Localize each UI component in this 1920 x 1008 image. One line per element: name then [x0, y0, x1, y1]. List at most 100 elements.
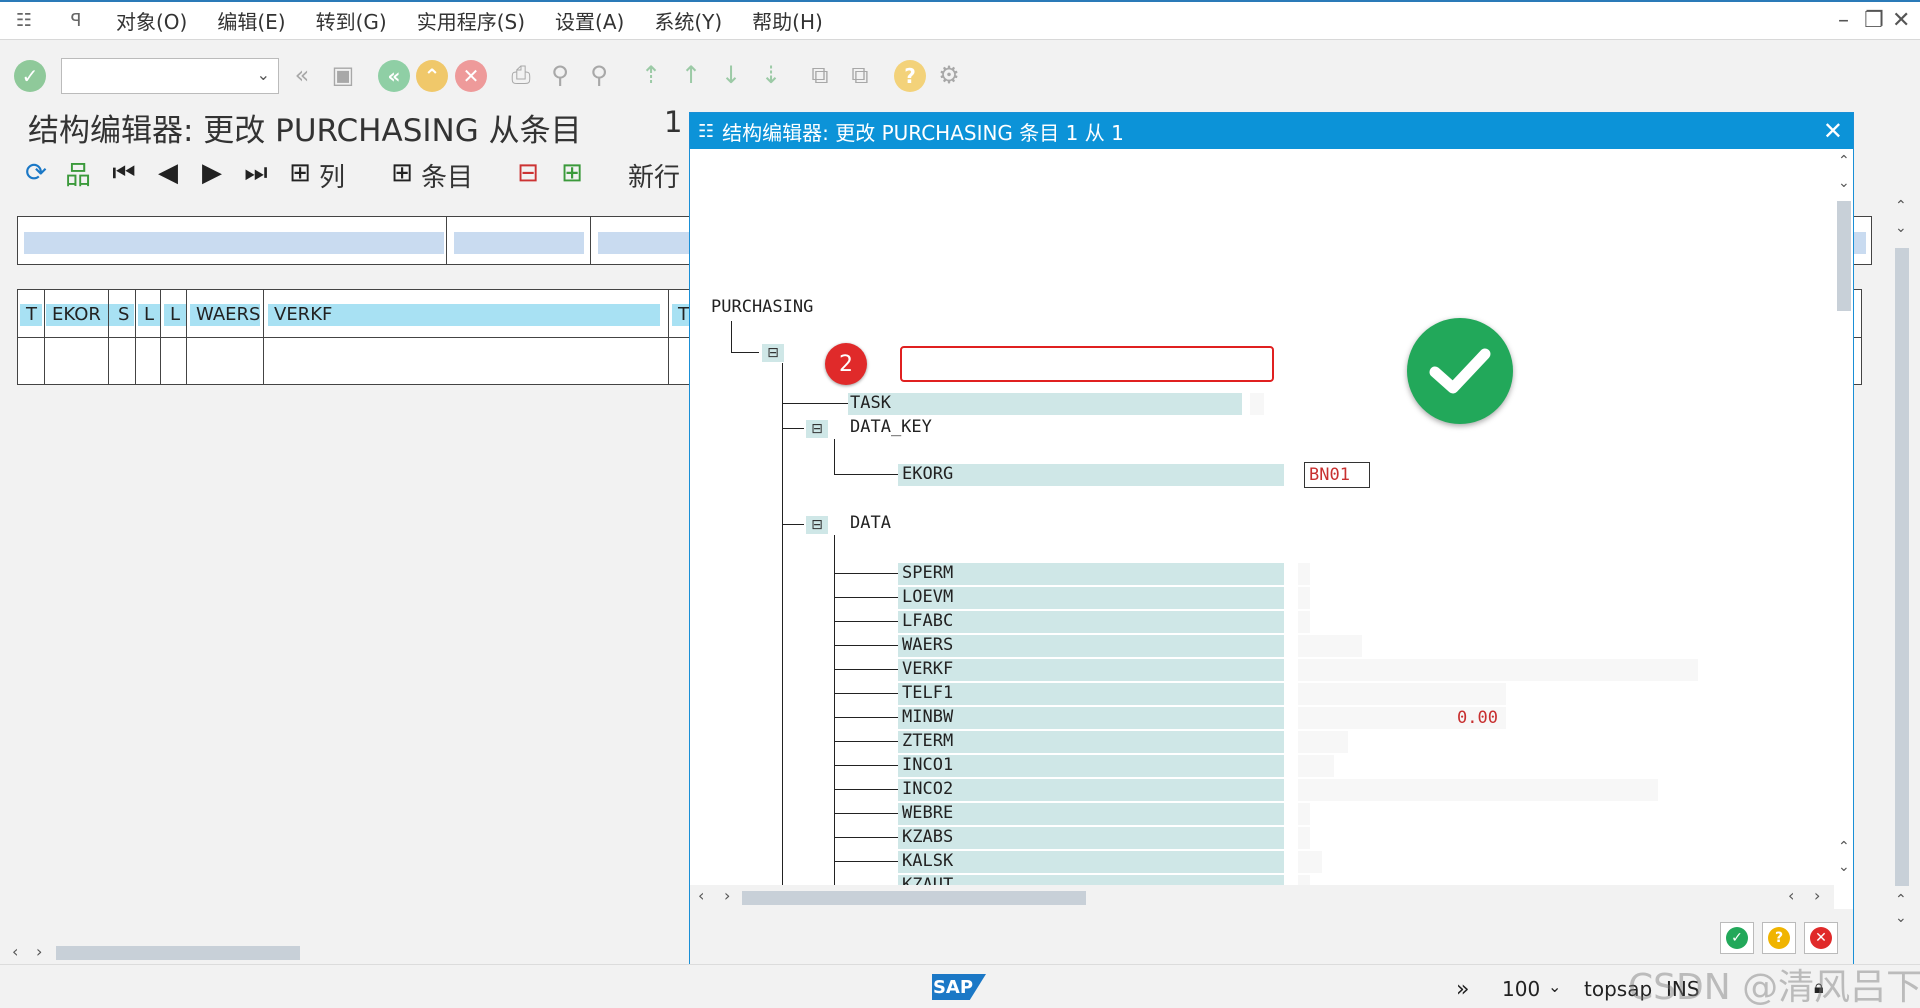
- tree-node-inco2[interactable]: INCO2: [902, 779, 953, 799]
- tree-node-data-key[interactable]: DATA_KEY: [850, 417, 932, 437]
- next-page-icon[interactable]: ↓: [716, 60, 746, 90]
- column-header[interactable]: L: [138, 304, 160, 326]
- new-line-button[interactable]: 新行: [628, 157, 680, 194]
- tree-node-zterm[interactable]: ZTERM: [902, 731, 953, 751]
- restore-icon[interactable]: ❐: [1864, 8, 1884, 33]
- tree-node-verkf[interactable]: VERKF: [902, 659, 953, 679]
- webre-value-input[interactable]: [1298, 803, 1310, 825]
- menu-object[interactable]: 对象(O): [116, 6, 187, 35]
- scroll-down-icon[interactable]: ⌄: [1895, 220, 1907, 236]
- find-next-icon[interactable]: ⚲: [584, 60, 614, 90]
- first-page-icon[interactable]: ⇡: [636, 60, 666, 90]
- gear-icon[interactable]: ⚙: [934, 60, 964, 90]
- ekorg-value-input[interactable]: BN01: [1304, 462, 1370, 488]
- tree-node-sperm[interactable]: SPERM: [902, 563, 953, 583]
- tree-node-data[interactable]: DATA: [850, 513, 891, 533]
- main-vertical-scrollbar[interactable]: ⌃ ⌄ ⌃ ⌄: [1893, 198, 1911, 926]
- cancel-button[interactable]: ✕: [1804, 922, 1838, 954]
- minbw-value-input[interactable]: 0.00: [1298, 707, 1506, 729]
- close-icon[interactable]: ✕: [1892, 8, 1910, 33]
- back-icon[interactable]: «: [378, 60, 410, 92]
- column-header[interactable]: S: [112, 304, 134, 326]
- tree-node-waers[interactable]: WAERS: [902, 635, 953, 655]
- last-page-icon[interactable]: ⇣: [756, 60, 786, 90]
- column-header[interactable]: L: [164, 304, 186, 326]
- tree-node-lfabc[interactable]: LFABC: [902, 611, 953, 631]
- verkf-value-input[interactable]: [1298, 659, 1698, 681]
- print-icon[interactable]: ⎙: [506, 60, 536, 90]
- new-session-icon[interactable]: ⧉: [805, 60, 835, 90]
- column-button[interactable]: 列: [319, 157, 345, 194]
- chevron-down-icon[interactable]: ⌄: [257, 65, 270, 84]
- command-field[interactable]: ⌄: [61, 58, 279, 94]
- scroll-right-icon[interactable]: ›: [1814, 886, 1820, 905]
- folder-icon[interactable]: ⊟: [806, 420, 828, 438]
- tree-node-ekorg[interactable]: EKORG: [902, 464, 953, 484]
- task-value[interactable]: [1250, 393, 1264, 415]
- scroll-down-icon[interactable]: ⌄: [1838, 859, 1850, 875]
- scroll-right-icon[interactable]: ›: [36, 942, 42, 961]
- kzabs-value-input[interactable]: [1298, 827, 1310, 849]
- save-icon[interactable]: ▣: [328, 60, 358, 90]
- scroll-left-icon[interactable]: ‹: [12, 942, 18, 961]
- kalsk-value-input[interactable]: [1298, 851, 1322, 873]
- tree-node-kalsk[interactable]: KALSK: [902, 851, 953, 871]
- confirm-button[interactable]: ✓: [1720, 922, 1754, 954]
- cancel-icon[interactable]: ✕: [455, 60, 487, 92]
- tree-node-webre[interactable]: WEBRE: [902, 803, 953, 823]
- scroll-left-icon[interactable]: ‹: [1788, 886, 1794, 905]
- scroll-thumb[interactable]: [1837, 201, 1851, 311]
- column-icon[interactable]: ⊞: [284, 157, 316, 189]
- help-icon[interactable]: ?: [894, 60, 926, 92]
- first-entry-icon[interactable]: ⏮: [108, 157, 140, 189]
- menu-edit[interactable]: 编辑(E): [217, 6, 285, 35]
- telf1-value-input[interactable]: [1298, 683, 1506, 705]
- next-entry-icon[interactable]: ▶: [196, 157, 228, 189]
- kzaut-value-input[interactable]: [1298, 875, 1310, 885]
- scroll-left-icon[interactable]: ‹: [698, 886, 704, 905]
- inco2-value-input[interactable]: [1298, 779, 1658, 801]
- column-header[interactable]: EKOR: [46, 304, 122, 326]
- menu-system[interactable]: 系统(Y): [654, 6, 722, 35]
- inco1-value-input[interactable]: [1298, 755, 1334, 777]
- main-horizontal-scrollbar[interactable]: ‹ ›: [10, 942, 690, 964]
- menu-utilities[interactable]: 实用程序(S): [417, 6, 525, 35]
- tree-root[interactable]: PURCHASING: [711, 297, 813, 317]
- scroll-thumb[interactable]: [1895, 248, 1909, 886]
- tree-node-task[interactable]: TASK: [850, 393, 891, 413]
- column-header[interactable]: WAERS: [190, 304, 260, 326]
- exit-icon[interactable]: ⌃: [416, 60, 448, 92]
- entry-icon[interactable]: ⊞: [386, 157, 418, 189]
- scroll-up-icon[interactable]: ⌃: [1895, 892, 1907, 908]
- tree-node-kzabs[interactable]: KZABS: [902, 827, 953, 847]
- enter-check-icon[interactable]: ✓: [14, 60, 46, 92]
- scroll-right-icon[interactable]: ›: [724, 886, 730, 905]
- header-field[interactable]: [24, 232, 444, 254]
- window-menu-icon[interactable]: ☷: [12, 10, 36, 31]
- header-field[interactable]: [454, 232, 584, 254]
- prev-entry-icon[interactable]: ◀: [152, 157, 184, 189]
- tree-node-inco1[interactable]: INCO1: [902, 755, 953, 775]
- scroll-up-icon[interactable]: ⌃: [1895, 198, 1907, 214]
- dialog-vertical-scrollbar[interactable]: ⌃ ⌄ ⌃ ⌄: [1834, 149, 1854, 885]
- menu-settings[interactable]: 设置(A): [555, 6, 624, 35]
- last-entry-icon[interactable]: ⏭: [240, 157, 272, 189]
- folder-icon[interactable]: ⊟: [762, 344, 784, 362]
- close-icon[interactable]: ✕: [1823, 117, 1843, 145]
- expand-status-icon[interactable]: »: [1456, 977, 1469, 1002]
- scroll-down-icon[interactable]: ⌄: [1895, 910, 1907, 926]
- waers-value-input[interactable]: [1298, 635, 1362, 657]
- scroll-up-icon[interactable]: ⌃: [1838, 839, 1850, 855]
- column-header[interactable]: VERKF: [268, 304, 660, 326]
- minimize-icon[interactable]: –: [1838, 8, 1849, 33]
- entry-button[interactable]: 条目: [421, 157, 473, 194]
- loevm-value-input[interactable]: [1298, 587, 1310, 609]
- tree-node-loevm[interactable]: LOEVM: [902, 587, 953, 607]
- zoom-level[interactable]: 100: [1502, 977, 1540, 1001]
- prev-page-icon[interactable]: ↑: [676, 60, 706, 90]
- scroll-up-icon[interactable]: ⌃: [1838, 153, 1850, 169]
- scroll-down-icon[interactable]: ⌄: [1838, 175, 1850, 191]
- menu-help[interactable]: 帮助(H): [752, 6, 823, 35]
- chevron-down-icon[interactable]: ⌄: [1548, 977, 1561, 996]
- sap-menu-icon[interactable]: ꟼ: [64, 10, 88, 31]
